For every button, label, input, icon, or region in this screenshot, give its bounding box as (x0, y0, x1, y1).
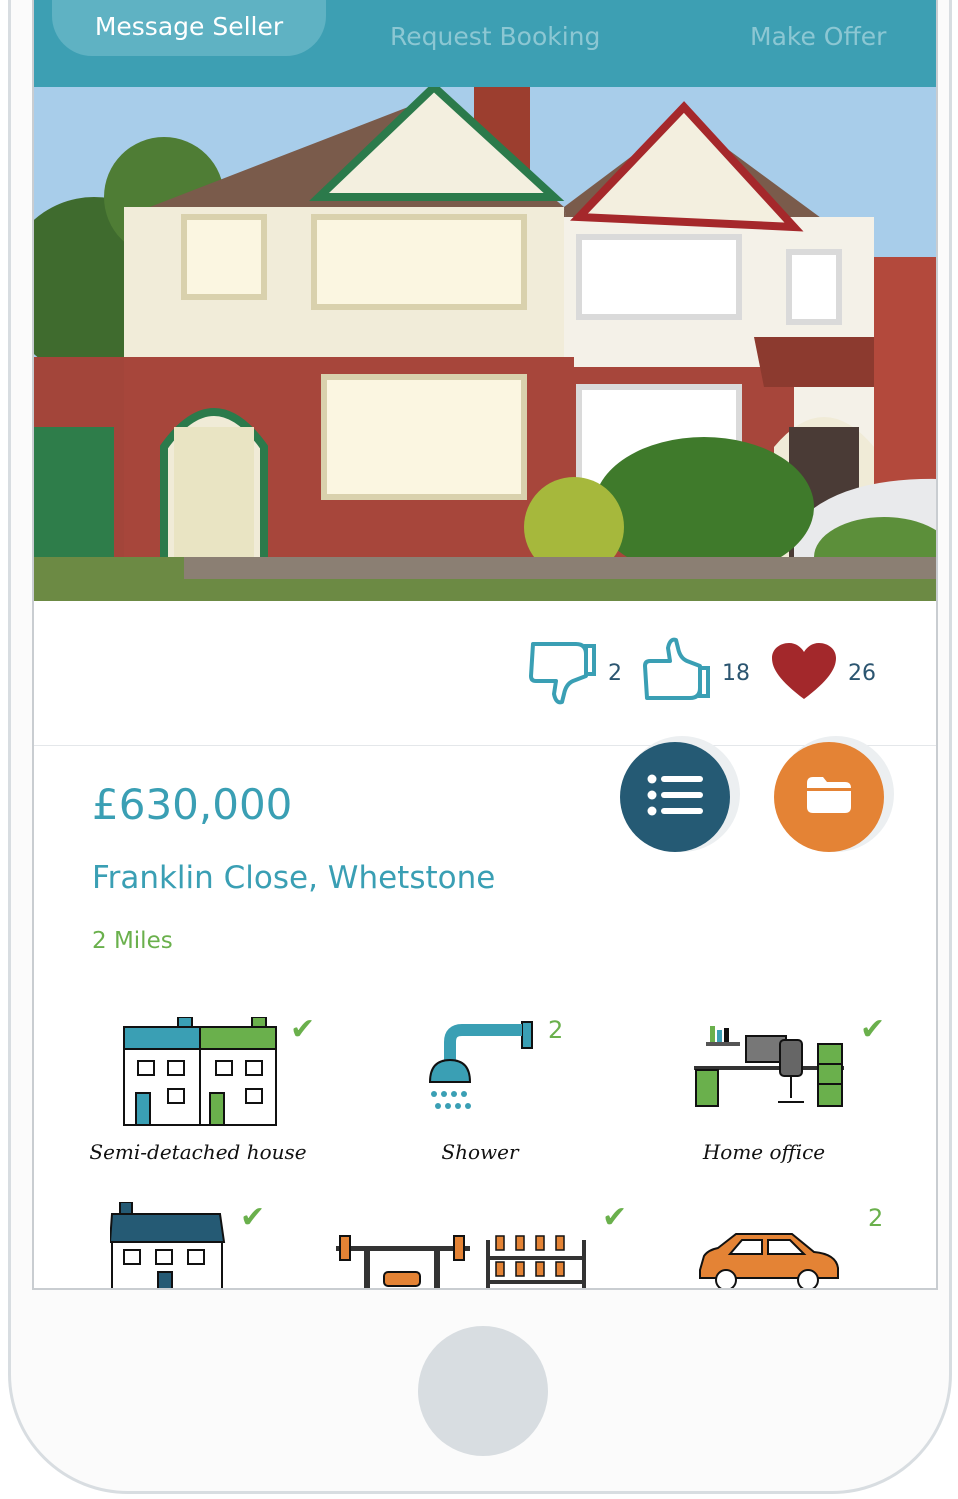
check-icon: ✔ (240, 1200, 266, 1235)
feature-shower: 2 Shower (350, 1012, 610, 1182)
shower-icon (422, 1020, 542, 1124)
heart-icon[interactable] (770, 641, 838, 705)
feature-detached-house: ✔ (68, 1200, 328, 1288)
gym-equipment-icon (330, 1230, 590, 1288)
folder-icon (807, 777, 851, 817)
tab-message-seller[interactable]: Message Seller (52, 0, 326, 56)
list-icon (647, 773, 703, 821)
tab-request-booking[interactable]: Request Booking (390, 8, 600, 64)
home-office-icon (692, 1022, 848, 1116)
thumbs-up-icon[interactable] (642, 636, 712, 710)
details-list-button[interactable] (620, 742, 730, 852)
feature-label: Home office (702, 1140, 826, 1164)
app-screen: Message Seller Request Booking Make Offe… (32, 0, 938, 1290)
semi-detached-house-icon (122, 1016, 278, 1131)
action-bar: Message Seller Request Booking Make Offe… (34, 0, 936, 87)
thumbs-down-icon[interactable] (528, 636, 598, 710)
feature-label: Semi-detached house (89, 1140, 307, 1164)
feature-home-office: ✔ Home office (634, 1012, 894, 1182)
car-icon (696, 1230, 842, 1288)
check-icon: ✔ (860, 1012, 886, 1047)
home-button[interactable] (418, 1326, 548, 1456)
divider (34, 745, 936, 746)
reactions-bar: 2 18 26 (528, 636, 886, 710)
like-count: 18 (722, 660, 750, 686)
feature-count: 2 (548, 1016, 564, 1044)
feature-parking: 2 (634, 1200, 894, 1288)
check-icon: ✔ (602, 1200, 628, 1235)
detached-house-icon (108, 1201, 230, 1288)
documents-button[interactable] (774, 742, 884, 852)
listing-distance: 2 Miles (92, 928, 173, 954)
property-photo[interactable] (34, 87, 936, 601)
listing-address: Franklin Close, Whetstone (92, 860, 496, 896)
tab-make-offer[interactable]: Make Offer (750, 8, 886, 64)
listing-price: £630,000 (92, 780, 293, 829)
dislike-count: 2 (608, 660, 622, 686)
check-icon: ✔ (290, 1012, 316, 1047)
feature-semi-detached-house: ✔ Semi-detached house (68, 1012, 328, 1182)
feature-count: 2 (868, 1204, 884, 1232)
favourite-count: 26 (848, 660, 876, 686)
feature-label: Shower (441, 1140, 519, 1164)
feature-gym: ✔ (330, 1200, 627, 1288)
